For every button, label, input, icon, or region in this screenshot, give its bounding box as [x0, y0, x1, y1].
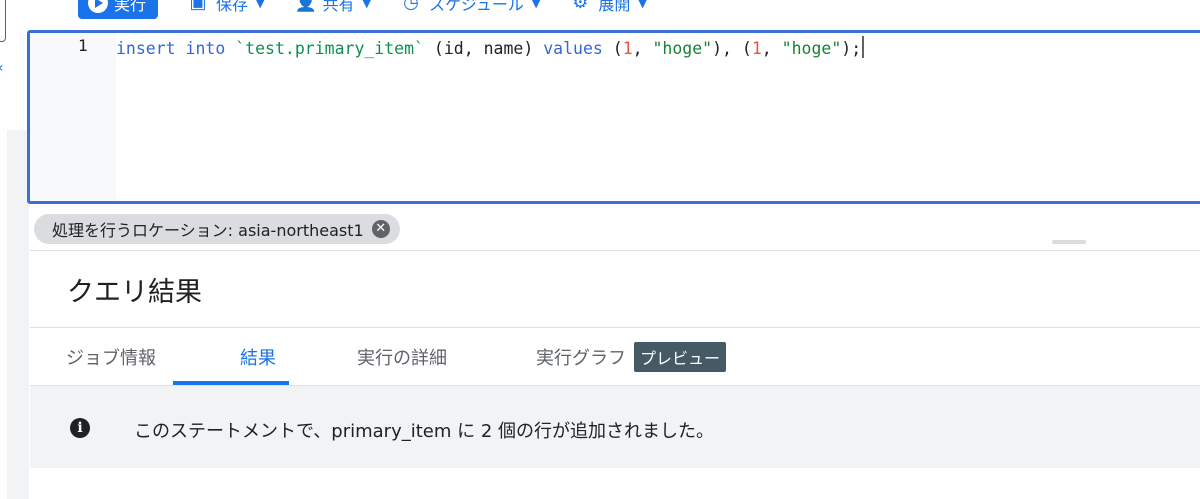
divider — [30, 250, 1200, 251]
location-label: 処理を行うロケーション: asia-northeast1 — [52, 221, 364, 240]
chevron-down-icon: ▼ — [638, 0, 647, 10]
chevron-down-icon: ▼ — [531, 0, 541, 10]
schedule-label: スケジュール — [428, 0, 524, 14]
clock-icon: ◷ — [403, 0, 419, 13]
deploy-label: 展開 — [598, 0, 631, 14]
run-label: 実行 — [114, 0, 147, 14]
save-icon: ▣ — [189, 0, 207, 13]
chevron-down-icon: ▼ — [362, 0, 371, 10]
result-message: このステートメントで、primary_item に 2 個の行が追加されました。 — [134, 421, 715, 442]
share-button[interactable]: 👤 共有 ▼ — [295, 0, 371, 15]
tab-label: ジョブ情報 — [66, 348, 156, 369]
person-add-icon: 👤 — [294, 0, 317, 13]
query-results-title: クエリ結果 — [67, 277, 202, 308]
line-number-gutter — [30, 33, 116, 201]
schedule-button[interactable]: ◷ スケジュール ▼ — [401, 0, 540, 15]
processing-location-chip[interactable]: 処理を行うロケーション: asia-northeast1 ✕ — [34, 214, 400, 244]
string-literal: "hoge" — [652, 39, 713, 58]
column-list: (id, name) — [433, 39, 534, 58]
tab-results[interactable]: 結果 — [240, 328, 276, 386]
gear-icon: ⚙ — [572, 0, 589, 13]
run-button[interactable]: 実行 — [78, 0, 159, 19]
close-icon[interactable]: ✕ — [371, 220, 390, 238]
save-label: 保存 — [216, 0, 249, 14]
chevron-down-icon: ▼ — [256, 0, 265, 10]
tab-label: 実行の詳細 — [357, 348, 447, 369]
comma: , — [761, 39, 782, 58]
tab-label: 実行グラフ — [536, 348, 626, 369]
save-button[interactable]: ▣ 保存 ▼ — [188, 0, 265, 15]
keyword-insert: insert — [116, 39, 176, 58]
paren-open: ( — [612, 39, 623, 58]
tab-label: 結果 — [240, 348, 276, 369]
info-icon: i — [70, 418, 90, 438]
share-label: 共有 — [322, 0, 355, 14]
text-cursor — [862, 36, 865, 58]
tab-job-info[interactable]: ジョブ情報 — [66, 328, 156, 386]
table-identifier: `test.primary_item` — [235, 39, 424, 58]
code-line[interactable]: insert into `test.primary_item` (id, nam… — [116, 36, 865, 58]
line-number: 1 — [78, 36, 88, 55]
comma: , — [632, 39, 653, 58]
tab-execution-graph[interactable]: 実行グラフ プレビュー — [536, 328, 727, 386]
sql-editor[interactable]: 1 insert into `test.primary_item` (id, n… — [27, 30, 1200, 204]
tab-execution-details[interactable]: 実行の詳細 — [357, 328, 447, 386]
play-icon — [88, 0, 108, 13]
paren-separator: ), ( — [712, 39, 752, 58]
left-panel-rail — [7, 130, 29, 499]
preview-badge: プレビュー — [634, 342, 727, 372]
results-tabs: ジョブ情報 結果 実行の詳細 実行グラフ プレビュー — [30, 328, 1200, 386]
query-toolbar: 実行 ▣ 保存 ▼ 👤 共有 ▼ ◷ スケジュール ▼ ⚙ 展開 ▼ — [70, 0, 647, 20]
edge-link-icon: ‹ — [0, 60, 4, 76]
panel-resize-handle[interactable] — [1052, 240, 1086, 244]
deploy-button[interactable]: ⚙ 展開 ▼ — [570, 0, 647, 15]
number-literal: 1 — [751, 39, 762, 58]
string-literal: "hoge" — [781, 39, 842, 58]
collapsed-panel-frame — [0, 0, 6, 42]
keyword-values: values — [543, 39, 603, 58]
keyword-into: into — [185, 39, 226, 58]
number-literal: 1 — [622, 39, 633, 58]
statement-end: ); — [841, 39, 862, 58]
result-message-bar: i このステートメントで、primary_item に 2 個の行が追加されまし… — [30, 386, 1200, 468]
